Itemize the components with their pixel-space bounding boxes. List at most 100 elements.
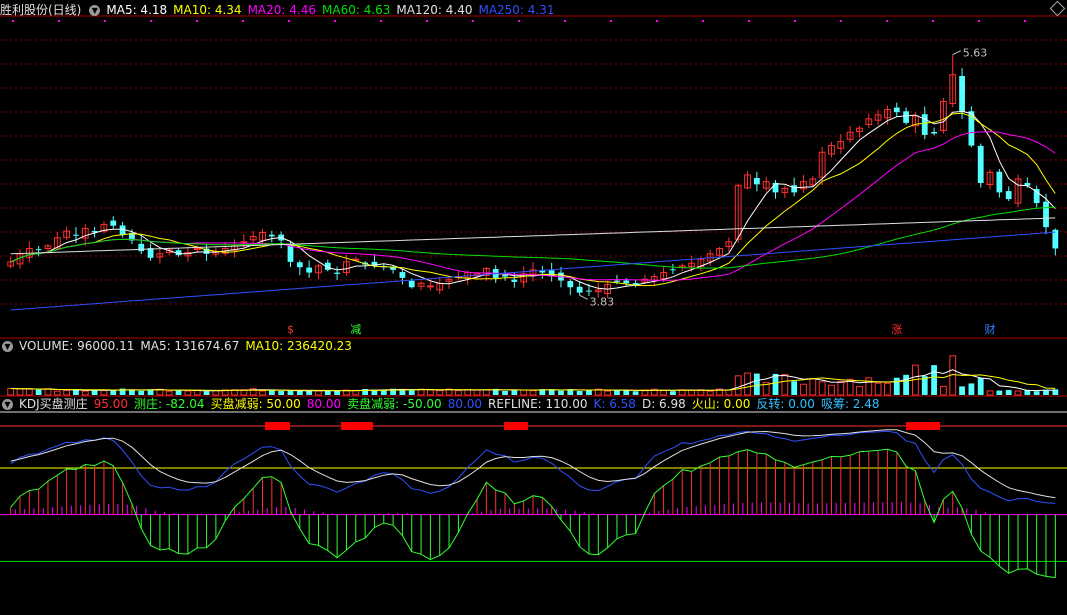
- signal-marker: 财: [985, 322, 996, 336]
- candle-body-down: [306, 267, 313, 273]
- kdj-item: 买盘减弱: 50.00: [210, 397, 301, 411]
- ma10-line: [10, 112, 1056, 287]
- candle-body-up: [193, 247, 201, 250]
- volume-bar-down: [203, 391, 210, 395]
- candle-body-down: [502, 274, 508, 277]
- volume-bar-up: [259, 390, 266, 396]
- volume-bar-up: [884, 382, 891, 396]
- volume-bar-up: [315, 390, 322, 396]
- top-dot: [242, 20, 244, 22]
- volume-item: MA5: 131674.67: [140, 339, 240, 353]
- candle-body-down: [614, 280, 620, 282]
- volume-bar-down: [586, 389, 592, 395]
- volume-bar-up: [53, 390, 61, 396]
- volume-bar-down: [614, 390, 620, 395]
- signal-block: [504, 422, 528, 430]
- top-dot: [978, 20, 980, 22]
- volume-bar-up: [986, 390, 994, 396]
- volume-bar-down: [502, 390, 508, 395]
- volume-bar-up: [725, 389, 733, 396]
- volume-bar-up: [427, 389, 434, 396]
- chevron-down-icon[interactable]: ▼: [2, 341, 13, 352]
- volume-bar-down: [278, 391, 285, 395]
- top-dot: [334, 20, 336, 22]
- candle-body-down: [334, 272, 341, 274]
- volume-bar-up: [874, 382, 882, 396]
- signal-block: [341, 422, 373, 430]
- volume-bar-down: [175, 390, 182, 395]
- candle-body-down: [567, 281, 574, 288]
- volume-bar-down: [931, 365, 937, 395]
- top-dot: [288, 20, 290, 22]
- candle-body-down: [996, 171, 1003, 193]
- top-dot: [12, 20, 14, 22]
- volume-bar-down: [977, 378, 984, 395]
- volume-bar-down: [287, 390, 294, 395]
- candle-body-down: [287, 244, 294, 262]
- volume-bar-up: [1014, 390, 1022, 396]
- top-dot: [196, 20, 198, 22]
- kdj-item: 卖盘减弱: -50.00: [347, 397, 442, 411]
- ma120-line: [10, 217, 1056, 255]
- candle-body-down: [791, 185, 798, 193]
- k-line: [10, 430, 1056, 504]
- kdj-item: 95.00: [93, 397, 129, 411]
- candle-body-down: [586, 290, 592, 292]
- volume-bar-down: [35, 389, 42, 395]
- candle-body-down: [1033, 188, 1040, 204]
- signal-marker: 涨: [891, 323, 902, 336]
- candle-body-down: [73, 234, 79, 236]
- volume-bar-up: [781, 373, 789, 396]
- top-dot: [886, 20, 888, 22]
- volume-bar-up: [100, 389, 108, 396]
- signal-marker: 减: [350, 323, 361, 336]
- ma250-line: [10, 231, 1056, 311]
- chevron-down-icon[interactable]: ▼: [2, 399, 13, 410]
- kdj-item: D: 6.98: [641, 397, 686, 411]
- volume-bar-up: [865, 377, 873, 396]
- volume-bar-up: [604, 390, 612, 396]
- candle-body-down: [268, 234, 275, 237]
- volume-bar-down: [903, 374, 909, 395]
- volume-bar-up: [800, 383, 807, 396]
- volume-bar-down: [791, 381, 798, 395]
- kdj-item: K: 6.58: [593, 397, 636, 411]
- top-dot: [794, 20, 796, 22]
- kdj-item: 80.00: [447, 397, 483, 411]
- top-dot: [748, 20, 750, 22]
- chevron-down-icon[interactable]: ▼: [89, 5, 101, 16]
- volume-bar-up: [706, 390, 714, 396]
- volume-bar-down: [576, 390, 583, 395]
- ma-item: MA10: 4.34: [173, 3, 242, 17]
- candle-body-down: [1005, 191, 1012, 200]
- volume-bar-down: [138, 390, 145, 395]
- top-dot: [380, 20, 382, 22]
- volume-bar-up: [818, 381, 826, 396]
- price-header: 胜利股份(日线) ▼ MA5: 4.18 MA10: 4.34 MA20: 4.46 MA…: [0, 2, 567, 18]
- volume-bar-down: [334, 390, 341, 395]
- candle-body-down: [138, 243, 145, 252]
- volume-bar-down: [1033, 391, 1040, 395]
- kdj-item: 80.00: [306, 397, 342, 411]
- ma-item: MA60: 4.63: [322, 3, 391, 17]
- candle-body-down: [576, 286, 583, 293]
- ma-item: MA120: 4.40: [396, 3, 473, 17]
- volume-bar-down: [623, 390, 630, 395]
- volume-bar-down: [110, 390, 117, 395]
- top-dot: [932, 20, 934, 22]
- low-label: 3.83: [590, 295, 615, 308]
- volume-bar-up: [856, 386, 863, 396]
- volume-bar-up: [660, 389, 667, 396]
- signal-block: [265, 422, 290, 430]
- candle-body-down: [35, 249, 42, 251]
- volume-bar-up: [473, 389, 481, 396]
- candle-body-down: [399, 272, 406, 278]
- volume-bar-up: [7, 387, 15, 396]
- volume-bar-up: [482, 389, 490, 396]
- volume-bar-down: [772, 373, 779, 395]
- volume-bar-up: [44, 388, 52, 396]
- kdj-item: 火山: 0.00: [691, 397, 751, 411]
- candle-body-down: [931, 131, 937, 134]
- volume-item: VOLUME: 96000.11: [19, 339, 135, 353]
- volume-bar-down: [996, 390, 1003, 395]
